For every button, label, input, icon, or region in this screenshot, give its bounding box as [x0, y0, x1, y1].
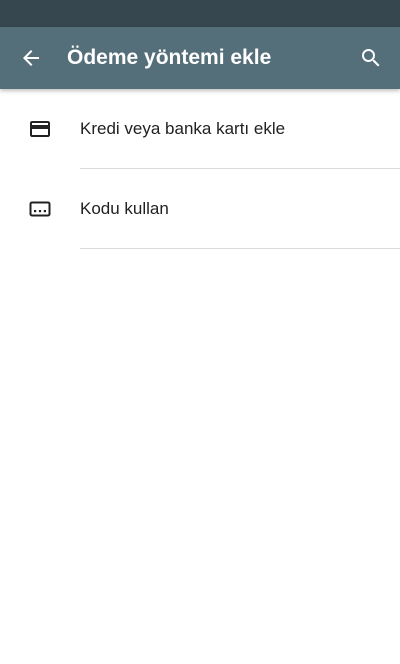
search-icon [362, 49, 380, 67]
redeem-code-option[interactable]: Kodu kullan [0, 169, 400, 249]
app-bar: Ödeme yöntemi ekle [0, 27, 400, 89]
search-button[interactable] [350, 37, 392, 79]
add-card-option[interactable]: Kredi veya banka kartı ekle [0, 89, 400, 169]
payment-options-list: Kredi veya banka kartı ekle Kodu kullan [0, 89, 400, 249]
divider [80, 248, 400, 249]
page-title: Ödeme yöntemi ekle [67, 46, 272, 69]
back-button[interactable] [10, 37, 52, 79]
redeem-code-label: Kodu kullan [80, 199, 169, 218]
redeem-code-icon [29, 201, 51, 217]
status-bar [0, 0, 400, 27]
arrow-back-icon [23, 50, 39, 66]
add-card-label: Kredi veya banka kartı ekle [80, 119, 286, 138]
credit-card-icon [30, 121, 50, 137]
